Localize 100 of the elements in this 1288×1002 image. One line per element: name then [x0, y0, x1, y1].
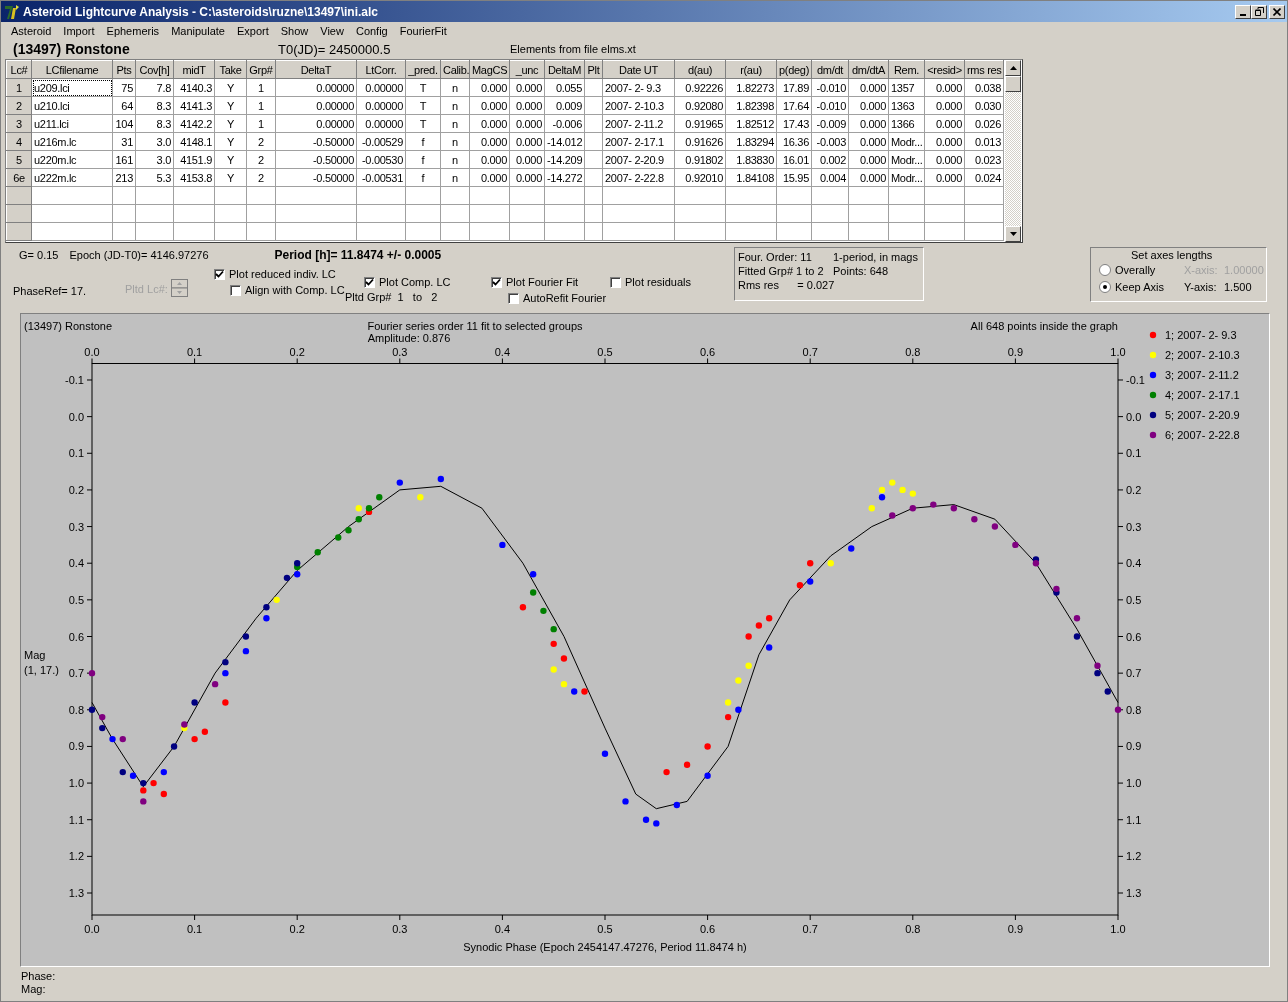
radio-button[interactable]: Keep Axis [1099, 280, 1184, 293]
tick-label: 0.5 [68, 593, 84, 606]
checkbox[interactable]: Plot reduced indiv. LC [214, 267, 345, 281]
column-header[interactable]: Cov[h] [135, 60, 174, 79]
tick-label: 0.3 [392, 345, 408, 358]
mag-readout: Mag: [21, 983, 47, 996]
tick-label: 0.9 [1007, 923, 1024, 935]
legend-label: 5; 2007- 2-20.9 [1165, 409, 1240, 421]
phase-readout: Phase: [21, 970, 57, 983]
column-header[interactable]: Calib. [440, 60, 470, 79]
menu-item[interactable]: Ephemeris [100, 25, 166, 37]
column-header[interactable]: rms res [964, 60, 1004, 79]
tick-label: 0.1 [1126, 447, 1142, 460]
menu-item[interactable]: Show [274, 25, 315, 37]
tick-label: 1.0 [68, 777, 84, 790]
tick-label: 0.7 [802, 345, 818, 358]
tick-label: 1.2 [68, 850, 84, 863]
menu-item[interactable]: Manipulate [165, 25, 231, 37]
tick-label: 1.3 [1126, 887, 1142, 899]
tick-label: 0.0 [68, 410, 84, 423]
menu-item[interactable]: FourierFit [393, 25, 453, 37]
column-header[interactable]: DeltaM [544, 60, 585, 79]
tick-label: 0.4 [1126, 557, 1142, 570]
tick-label: 0.2 [289, 345, 305, 358]
menu-item[interactable]: View [314, 25, 350, 37]
tick-label: 0.7 [1126, 667, 1142, 680]
tick-label: 0.8 [905, 345, 921, 358]
column-header[interactable]: dm/dtA [848, 60, 889, 79]
column-header[interactable]: _pred. [405, 60, 441, 79]
column-header[interactable]: Pts [112, 60, 136, 79]
menu-item[interactable]: Import [57, 25, 101, 37]
y-axis-label: Mag [24, 649, 46, 661]
checkbox[interactable]: Plot residuals [610, 275, 720, 289]
tick-label: 0.6 [699, 923, 716, 935]
tick-label: 1.0 [1126, 777, 1142, 790]
tick-label: 1.0 [1110, 923, 1126, 935]
tick-label: 0.9 [1126, 740, 1142, 753]
axis-value: 1.500 [1224, 280, 1252, 293]
tick-label: -0.1 [65, 374, 84, 386]
column-header[interactable]: _unc [509, 60, 545, 79]
column-header[interactable]: MagCS [469, 60, 510, 79]
tick-label: 0.4 [494, 923, 511, 935]
tick-label: 0.6 [699, 345, 716, 358]
epoch-label: Epoch (JD-T0)= 4146.97276 [69, 249, 210, 261]
column-header[interactable]: Rem. [888, 60, 925, 79]
plotted-groups-label: Pltd Grp# 1 to 2 [345, 291, 439, 305]
menu-item[interactable]: Config [349, 25, 394, 37]
x-axis-label: Synodic Phase (Epoch 2454147.47276, Period 11.8474 h) [463, 941, 747, 953]
chart-title: Fourier series order 11 fit to selected groups [367, 320, 583, 332]
phase-ref-label: PhaseRef= 17. [13, 285, 88, 299]
fit-info-text: Four. Order: 11 [738, 251, 813, 263]
tick-label: 0.8 [68, 703, 84, 716]
tick-label: 0.1 [186, 345, 203, 358]
column-header[interactable]: r(au) [725, 60, 777, 79]
tick-label: 1.1 [68, 813, 84, 826]
tick-label: 0.0 [1126, 410, 1142, 423]
tick-label: 0.8 [905, 923, 921, 935]
column-header[interactable]: LCfilename [31, 60, 113, 79]
column-header[interactable]: Date UT [602, 60, 675, 79]
tick-label: 0.7 [802, 923, 818, 935]
tick-label: 0.6 [1126, 630, 1142, 643]
checkbox[interactable]: Align with Comp. LC [230, 283, 345, 297]
column-header[interactable]: Take [214, 60, 247, 79]
column-header[interactable]: LtCorr. [356, 60, 406, 79]
tick-label: 0.8 [1126, 703, 1142, 716]
g-label: G= 0.15 [19, 249, 59, 261]
legend-label: 2; 2007- 2-10.3 [1165, 349, 1240, 361]
column-header[interactable]: d(au) [674, 60, 726, 79]
window-title: Asteroid Lightcurve Analysis - C:\asteroids\ruzne\13497\ini.alc [23, 4, 379, 19]
tick-label: 0.5 [597, 923, 613, 935]
object-name: (13497) Ronstone [24, 320, 113, 332]
tick-label: 0.4 [494, 345, 511, 358]
t0-label: T0(JD)= 2450000.5 [278, 42, 392, 57]
column-header[interactable]: dm/dt [811, 60, 849, 79]
tick-label: 0.2 [289, 923, 305, 935]
tick-label: 0.1 [186, 923, 203, 935]
column-header[interactable]: midT [173, 60, 215, 79]
tick-label: 1.3 [68, 887, 84, 899]
tick-label: 0.0 [84, 923, 100, 935]
legend-label: 3; 2007- 2-11.2 [1165, 369, 1239, 381]
checkbox[interactable]: Plot Fourier Fit [491, 275, 610, 289]
column-header[interactable]: <resid> [924, 60, 965, 79]
tick-label: 0.4 [68, 557, 84, 570]
column-header[interactable]: Grp# [246, 60, 276, 79]
asteroid-name: (13497) Ronstone [13, 41, 131, 57]
menu-item[interactable]: Export [230, 25, 275, 37]
tick-label: 0.0 [84, 345, 100, 358]
column-header[interactable]: p(deg) [776, 60, 812, 79]
tick-label: 1.0 [1110, 345, 1126, 358]
column-header[interactable]: Lc# [6, 60, 32, 79]
menu-item[interactable]: Asteroid [5, 25, 58, 37]
tick-label: 0.5 [597, 345, 613, 358]
tick-label: 0.3 [68, 520, 84, 533]
tick-label: 0.5 [1126, 593, 1142, 606]
fit-info-text: 1-period, in mags [833, 251, 919, 263]
column-header[interactable]: DeltaT [275, 60, 357, 79]
tick-label: 0.3 [1126, 520, 1142, 533]
checkbox[interactable]: Plot Comp. LC [364, 275, 491, 289]
checkbox[interactable]: AutoRefit Fourier [508, 291, 610, 305]
legend-label: 4; 2007- 2-17.1 [1165, 389, 1240, 401]
